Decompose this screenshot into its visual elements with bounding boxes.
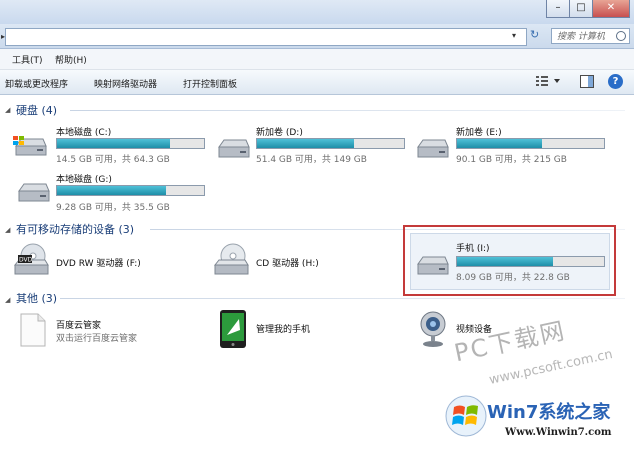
chevron-down-icon[interactable]: ▾ xyxy=(512,31,516,40)
drive-name-e[interactable]: 新加卷 (E:) xyxy=(456,125,502,138)
removable-drive-icon[interactable] xyxy=(415,254,449,281)
collapse-triangle-icon[interactable]: ◢ xyxy=(5,226,10,234)
drive-usage-fill-phone xyxy=(457,257,553,266)
hard-drive-icon[interactable] xyxy=(16,181,50,208)
search-icon xyxy=(616,31,626,41)
item-name-phone-manager[interactable]: 管理我的手机 xyxy=(256,322,310,335)
group-header-removable[interactable]: 有可移动存储的设备 (3) xyxy=(16,221,134,237)
map-drive-button[interactable]: 映射网络驱动器 xyxy=(94,77,157,90)
item-sub-baidu: 双击运行百度云管家 xyxy=(56,334,138,344)
control-panel-button[interactable]: 打开控制面板 xyxy=(183,77,237,90)
drive-usage-fill-e xyxy=(457,139,543,148)
search-input[interactable]: 搜索 计算机 xyxy=(551,28,630,44)
view-options-icon[interactable] xyxy=(536,75,562,90)
windows-drive-icon[interactable] xyxy=(13,134,47,161)
drive-usage-fill-c xyxy=(57,139,171,148)
drive-name-cd[interactable]: CD 驱动器 (H:) xyxy=(256,256,319,269)
drive-usage-bar-d xyxy=(256,138,405,149)
menu-tools[interactable]: 工具(T) xyxy=(12,53,43,66)
uninstall-button[interactable]: 卸载或更改程序 xyxy=(5,77,68,90)
drive-info-g: 9.28 GB 可用，共 35.5 GB xyxy=(56,203,170,213)
address-field[interactable] xyxy=(5,28,527,46)
drive-name-g[interactable]: 本地磁盘 (G:) xyxy=(56,172,112,185)
windows-logo-icon xyxy=(444,394,488,441)
drive-usage-bar-e xyxy=(456,138,605,149)
drive-info-e: 90.1 GB 可用，共 215 GB xyxy=(456,155,567,165)
hard-drive-icon[interactable] xyxy=(415,137,449,164)
group-header-hard-disks[interactable]: 硬盘 (4) xyxy=(16,102,57,118)
title-bar xyxy=(0,0,634,24)
dvd-drive-icon[interactable]: DVD xyxy=(13,243,49,282)
drive-usage-bar-g xyxy=(56,185,205,196)
drive-info-c: 14.5 GB 可用，共 64.3 GB xyxy=(56,155,170,165)
drive-usage-fill-d xyxy=(257,139,355,148)
preview-pane-icon[interactable] xyxy=(580,75,594,91)
watermark-win7-brand: Win7系统之家 xyxy=(487,402,611,423)
drive-usage-bar-c xyxy=(56,138,205,149)
drive-info-phone: 8.09 GB 可用，共 22.8 GB xyxy=(456,273,570,283)
webcam-icon[interactable] xyxy=(418,310,448,351)
hard-drive-icon[interactable] xyxy=(216,137,250,164)
svg-text:DVD: DVD xyxy=(19,257,33,264)
menu-bar xyxy=(0,49,634,70)
collapse-triangle-icon[interactable]: ◢ xyxy=(5,106,10,114)
group-header-other[interactable]: 其他 (3) xyxy=(16,290,57,306)
drive-info-d: 51.4 GB 可用，共 149 GB xyxy=(256,155,367,165)
item-name-baidu[interactable]: 百度云管家 xyxy=(56,318,101,331)
cd-drive-icon[interactable] xyxy=(213,243,249,282)
drive-name-phone[interactable]: 手机 (I:) xyxy=(456,241,490,254)
drive-usage-bar-phone xyxy=(456,256,605,267)
menu-help[interactable]: 帮助(H) xyxy=(55,53,87,66)
refresh-icon[interactable]: ↻ xyxy=(530,28,539,41)
collapse-triangle-icon[interactable]: ◢ xyxy=(5,296,10,304)
group-divider xyxy=(60,298,625,299)
minimize-button[interactable]: – xyxy=(546,0,570,18)
drive-usage-fill-g xyxy=(57,186,166,195)
search-placeholder: 搜索 计算机 xyxy=(557,32,605,42)
drive-name-c[interactable]: 本地磁盘 (C:) xyxy=(56,125,111,138)
document-icon[interactable] xyxy=(20,313,46,350)
help-icon[interactable]: ? xyxy=(608,74,623,89)
close-button[interactable]: ✕ xyxy=(592,0,630,18)
watermark-winwin7-url: Www.Winwin7.com xyxy=(505,427,612,438)
drive-name-dvd[interactable]: DVD RW 驱动器 (F:) xyxy=(56,256,141,269)
drive-name-d[interactable]: 新加卷 (D:) xyxy=(256,125,303,138)
phone-icon[interactable] xyxy=(219,309,247,352)
group-divider xyxy=(70,110,625,111)
maximize-button[interactable]: □ xyxy=(569,0,593,18)
